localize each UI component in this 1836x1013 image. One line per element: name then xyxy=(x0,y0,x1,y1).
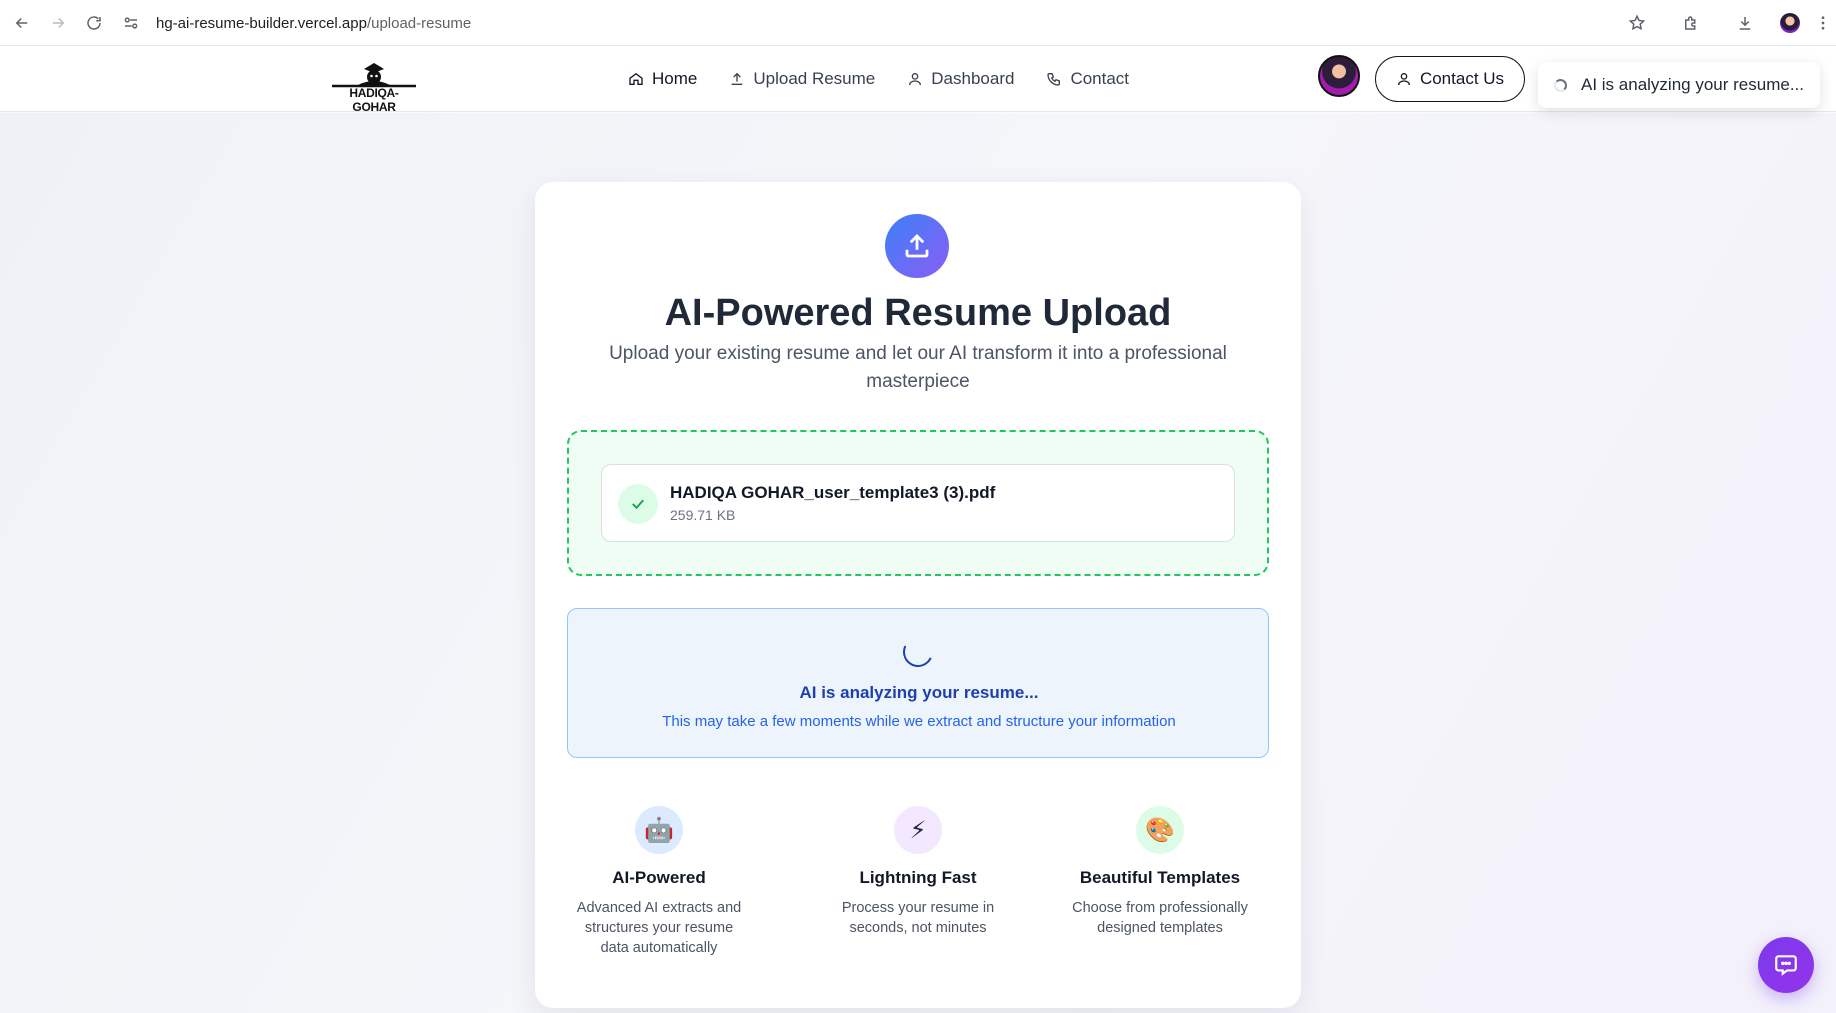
user-icon xyxy=(1397,73,1410,86)
feature-title: Beautiful Templates xyxy=(1079,868,1241,887)
file-drop-zone[interactable]: HADIQA GOHAR_user_template3 (3).pdf 259.… xyxy=(567,430,1269,576)
reload-icon xyxy=(87,15,101,30)
feature-beautiful-templates: 🎨 Beautiful Templates Choose from profes… xyxy=(1070,806,1250,938)
site-logo[interactable]: HADIQA-GOHAR xyxy=(328,55,420,114)
back-button[interactable] xyxy=(4,5,40,41)
contact-us-button[interactable]: Contact Us xyxy=(1375,56,1525,102)
upload-icon xyxy=(905,234,929,258)
feature-title: AI-Powered xyxy=(612,868,706,887)
robot-icon: 🤖 xyxy=(635,806,683,854)
feature-lightning-fast: ⚡ Lightning Fast Process your resume in … xyxy=(828,806,1008,938)
extensions-button[interactable] xyxy=(1666,0,1716,46)
nav-dashboard-label: Dashboard xyxy=(931,69,1015,88)
puzzle-icon xyxy=(1685,16,1696,30)
browser-menu-button[interactable] xyxy=(1810,0,1836,46)
site-info-icon[interactable] xyxy=(122,13,142,33)
nav-upload-resume[interactable]: Upload Resume xyxy=(729,69,875,89)
graduation-cap-logo-icon xyxy=(332,63,416,88)
reload-button[interactable] xyxy=(76,5,112,41)
palette-icon: 🎨 xyxy=(1136,806,1184,854)
analyzing-status-panel: AI is analyzing your resume... This may … xyxy=(567,608,1269,758)
nav-contact-label: Contact xyxy=(1070,69,1130,88)
check-icon xyxy=(618,484,658,524)
downloads-button[interactable] xyxy=(1720,0,1770,46)
chat-button[interactable] xyxy=(1758,937,1814,993)
feature-description: Advanced AI extracts and structures your… xyxy=(576,900,742,956)
loading-spinner-icon xyxy=(898,632,938,672)
upload-icon xyxy=(732,72,743,85)
url-domain: hg-ai-resume-builder.vercel.app xyxy=(156,14,367,32)
upload-card: AI-Powered Resume Upload Upload your exi… xyxy=(535,182,1301,1008)
home-icon xyxy=(629,72,643,85)
file-name: HADIQA GOHAR_user_template3 (3).pdf xyxy=(670,483,996,502)
profile-button[interactable] xyxy=(1770,0,1810,46)
browser-toolbar: hg-ai-resume-builder.vercel.app/upload-r… xyxy=(0,0,1836,46)
contact-us-label: Contact Us xyxy=(1419,69,1505,88)
logo-text: HADIQA-GOHAR xyxy=(349,86,399,114)
user-avatar[interactable] xyxy=(1318,55,1360,97)
feature-title: Lightning Fast xyxy=(859,868,977,887)
toast-text: AI is analyzing your resume... xyxy=(1581,75,1804,94)
uploaded-file: HADIQA GOHAR_user_template3 (3).pdf 259.… xyxy=(601,464,1235,542)
features-list: 🤖 AI-Powered Advanced AI extracts and st… xyxy=(567,806,1269,966)
url-path: /upload-resume xyxy=(366,14,472,32)
page-title: AI-Powered Resume Upload xyxy=(664,292,1172,334)
loading-toast: AI is analyzing your resume... xyxy=(1538,62,1820,108)
upload-badge xyxy=(885,214,949,278)
file-size: 259.71 KB xyxy=(670,507,736,523)
bookmark-star-button[interactable] xyxy=(1612,0,1662,46)
arrow-left-icon xyxy=(15,17,28,28)
star-icon xyxy=(1628,14,1646,31)
nav-dashboard[interactable]: Dashboard xyxy=(907,69,1014,89)
feature-description: Choose from professionally designed temp… xyxy=(1072,900,1248,936)
nav-upload-label: Upload Resume xyxy=(753,69,876,88)
nav-home-label: Home xyxy=(652,69,698,88)
main-nav: Home Upload Resume Dashboard Contact xyxy=(628,47,1129,111)
analyzing-title: AI is analyzing your resume... xyxy=(799,683,1039,702)
download-icon xyxy=(1739,17,1751,30)
user-icon xyxy=(909,73,922,86)
spinner-icon xyxy=(1554,78,1567,92)
arrow-right-icon xyxy=(52,17,65,28)
address-bar[interactable]: hg-ai-resume-builder.vercel.app/upload-r… xyxy=(122,6,1642,40)
phone-icon xyxy=(1047,73,1061,86)
chat-bubble-icon xyxy=(1775,955,1797,976)
nav-contact[interactable]: Contact xyxy=(1046,69,1129,89)
page-subtitle: Upload your existing resume and let our … xyxy=(609,343,1227,392)
more-vertical-icon xyxy=(1821,16,1825,30)
url-text: hg-ai-resume-builder.vercel.app/upload-r… xyxy=(156,15,471,32)
profile-avatar xyxy=(1780,13,1800,33)
analyzing-subtitle: This may take a few moments while we ext… xyxy=(662,713,1176,730)
forward-button[interactable] xyxy=(40,5,76,41)
nav-home[interactable]: Home xyxy=(628,69,697,89)
feature-ai-powered: 🤖 AI-Powered Advanced AI extracts and st… xyxy=(569,806,749,958)
lightning-icon: ⚡ xyxy=(894,806,942,854)
feature-description: Process your resume in seconds, not minu… xyxy=(841,900,995,936)
